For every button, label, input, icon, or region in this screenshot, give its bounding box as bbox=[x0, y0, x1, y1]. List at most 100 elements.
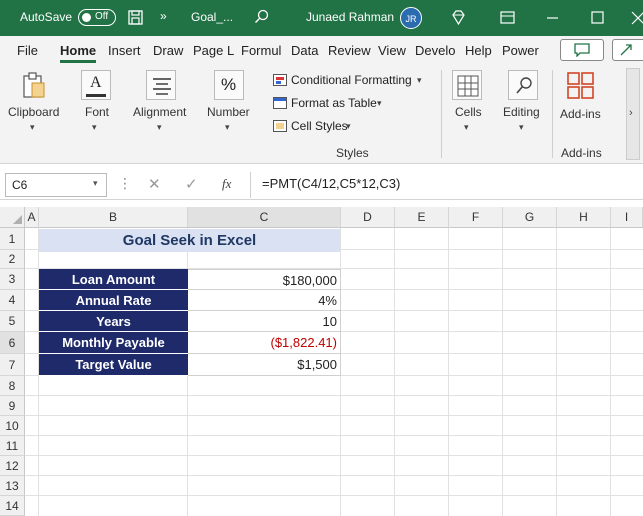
value-cell-monthly-payable[interactable]: ($1,822.41) bbox=[188, 332, 341, 354]
column-header-e[interactable]: E bbox=[395, 207, 449, 228]
row-header[interactable]: 7 bbox=[0, 354, 25, 376]
cell-styles-icon[interactable] bbox=[273, 120, 287, 132]
number-label[interactable]: Number bbox=[207, 105, 250, 119]
column-header-g[interactable]: G bbox=[503, 207, 557, 228]
clipboard-icon[interactable] bbox=[21, 72, 47, 100]
alignment-label[interactable]: Alignment bbox=[133, 105, 186, 119]
row-header[interactable]: 10 bbox=[0, 416, 25, 436]
column-header-h[interactable]: H bbox=[557, 207, 611, 228]
avatar[interactable]: JR bbox=[400, 7, 422, 29]
chevron-down-icon[interactable]: ▾ bbox=[519, 122, 524, 133]
chevron-down-icon[interactable]: ▾ bbox=[92, 122, 97, 133]
chevron-down-icon[interactable]: ▾ bbox=[377, 98, 382, 109]
autosave-label: AutoSave bbox=[20, 10, 73, 24]
tab-data[interactable]: Data bbox=[291, 43, 318, 58]
column-header-c[interactable]: C bbox=[188, 207, 341, 228]
enter-icon[interactable]: ✓ bbox=[185, 175, 198, 193]
insert-function-icon[interactable]: fx bbox=[222, 176, 231, 192]
alignment-icon[interactable] bbox=[146, 70, 176, 100]
chevron-down-icon[interactable]: ▾ bbox=[417, 75, 422, 86]
sheet-title-cell[interactable]: Goal Seek in Excel bbox=[39, 229, 340, 252]
row-header[interactable]: 12 bbox=[0, 456, 25, 476]
save-icon[interactable] bbox=[128, 10, 144, 26]
conditional-formatting-icon[interactable] bbox=[273, 74, 287, 86]
name-box[interactable]: C6 ▾ bbox=[5, 173, 107, 197]
clipboard-label[interactable]: Clipboard bbox=[8, 105, 59, 119]
font-icon[interactable]: A bbox=[81, 70, 111, 100]
more-commands-icon[interactable]: » bbox=[160, 9, 167, 23]
chevron-down-icon[interactable]: ▾ bbox=[346, 121, 351, 132]
column-header-b[interactable]: B bbox=[39, 207, 188, 228]
minimize-icon[interactable] bbox=[545, 10, 561, 26]
label-cell-years[interactable]: Years bbox=[39, 311, 188, 332]
row-header[interactable]: 14 bbox=[0, 496, 25, 516]
row-header[interactable]: 2 bbox=[0, 250, 25, 269]
tab-draw[interactable]: Draw bbox=[153, 43, 183, 58]
cells-icon[interactable] bbox=[452, 70, 482, 100]
editing-label[interactable]: Editing bbox=[503, 105, 540, 119]
name-box-value: C6 bbox=[12, 178, 28, 192]
chevron-down-icon[interactable]: ▾ bbox=[225, 122, 230, 133]
tab-home[interactable]: Home bbox=[60, 43, 96, 58]
value-cell-target-value[interactable]: $1,500 bbox=[188, 354, 341, 376]
search-icon[interactable] bbox=[254, 9, 270, 25]
tab-file[interactable]: File bbox=[17, 43, 38, 58]
file-name[interactable]: Goal_... bbox=[191, 10, 233, 24]
column-header-a[interactable]: A bbox=[25, 207, 39, 228]
diamond-icon[interactable] bbox=[450, 10, 466, 26]
row-header[interactable]: 8 bbox=[0, 376, 25, 396]
formula-input[interactable]: =PMT(C4/12,C5*12,C3) bbox=[262, 176, 400, 191]
tab-page-layout[interactable]: Page L bbox=[193, 43, 234, 58]
label-cell-monthly-payable[interactable]: Monthly Payable bbox=[39, 332, 188, 354]
cells-label[interactable]: Cells bbox=[455, 105, 482, 119]
format-as-table-icon[interactable] bbox=[273, 97, 287, 109]
chevron-down-icon[interactable]: ▾ bbox=[157, 122, 162, 133]
font-label[interactable]: Font bbox=[85, 105, 109, 119]
row-header[interactable]: 4 bbox=[0, 290, 25, 311]
cancel-icon[interactable]: ✕ bbox=[148, 175, 161, 193]
column-header-i[interactable]: I bbox=[611, 207, 643, 228]
value-cell-loan-amount[interactable]: $180,000 bbox=[188, 269, 341, 290]
tab-review[interactable]: Review bbox=[328, 43, 371, 58]
format-as-table-button[interactable]: Format as Table bbox=[291, 96, 377, 110]
maximize-icon[interactable] bbox=[590, 10, 606, 26]
gridline bbox=[25, 395, 643, 396]
tab-formulas[interactable]: Formul bbox=[241, 43, 281, 58]
column-header-f[interactable]: F bbox=[449, 207, 503, 228]
chevron-down-icon[interactable]: ▾ bbox=[93, 178, 98, 189]
row-header[interactable]: 9 bbox=[0, 396, 25, 416]
autosave-toggle[interactable]: Off bbox=[78, 9, 116, 26]
ribbon-scroll-right[interactable]: › bbox=[626, 68, 640, 160]
label-cell-loan-amount[interactable]: Loan Amount bbox=[39, 269, 188, 290]
editing-icon[interactable] bbox=[508, 70, 538, 100]
row-header[interactable]: 11 bbox=[0, 436, 25, 456]
column-header-d[interactable]: D bbox=[341, 207, 395, 228]
close-icon[interactable] bbox=[630, 10, 643, 26]
tab-insert[interactable]: Insert bbox=[108, 43, 141, 58]
chevron-down-icon[interactable]: ▾ bbox=[464, 122, 469, 133]
row-header[interactable]: 1 bbox=[0, 228, 25, 250]
value-cell-years[interactable]: 10 bbox=[188, 311, 341, 332]
value-cell-annual-rate[interactable]: 4% bbox=[188, 290, 341, 311]
share-button[interactable] bbox=[612, 39, 643, 61]
label-cell-annual-rate[interactable]: Annual Rate bbox=[39, 290, 188, 311]
select-all-corner[interactable] bbox=[0, 207, 25, 228]
add-ins-icon[interactable] bbox=[566, 71, 596, 101]
tab-power[interactable]: Power bbox=[502, 43, 539, 58]
label-cell-target-value[interactable]: Target Value bbox=[39, 354, 188, 376]
tab-help[interactable]: Help bbox=[465, 43, 492, 58]
row-header[interactable]: 13 bbox=[0, 476, 25, 496]
row-header[interactable]: 6 bbox=[0, 332, 25, 354]
cell-styles-button[interactable]: Cell Styles bbox=[291, 119, 348, 133]
conditional-formatting-button[interactable]: Conditional Formatting bbox=[291, 73, 412, 87]
tab-developer[interactable]: Develo bbox=[415, 43, 455, 58]
ribbon-display-icon[interactable] bbox=[500, 10, 516, 26]
chevron-right-icon: › bbox=[629, 107, 633, 119]
comments-button[interactable] bbox=[560, 39, 604, 61]
percent-icon[interactable]: % bbox=[214, 70, 244, 100]
row-header[interactable]: 3 bbox=[0, 269, 25, 290]
chevron-down-icon[interactable]: ▾ bbox=[30, 122, 35, 133]
add-ins-button[interactable]: Add-ins bbox=[560, 107, 601, 121]
tab-view[interactable]: View bbox=[378, 43, 406, 58]
row-header[interactable]: 5 bbox=[0, 311, 25, 332]
